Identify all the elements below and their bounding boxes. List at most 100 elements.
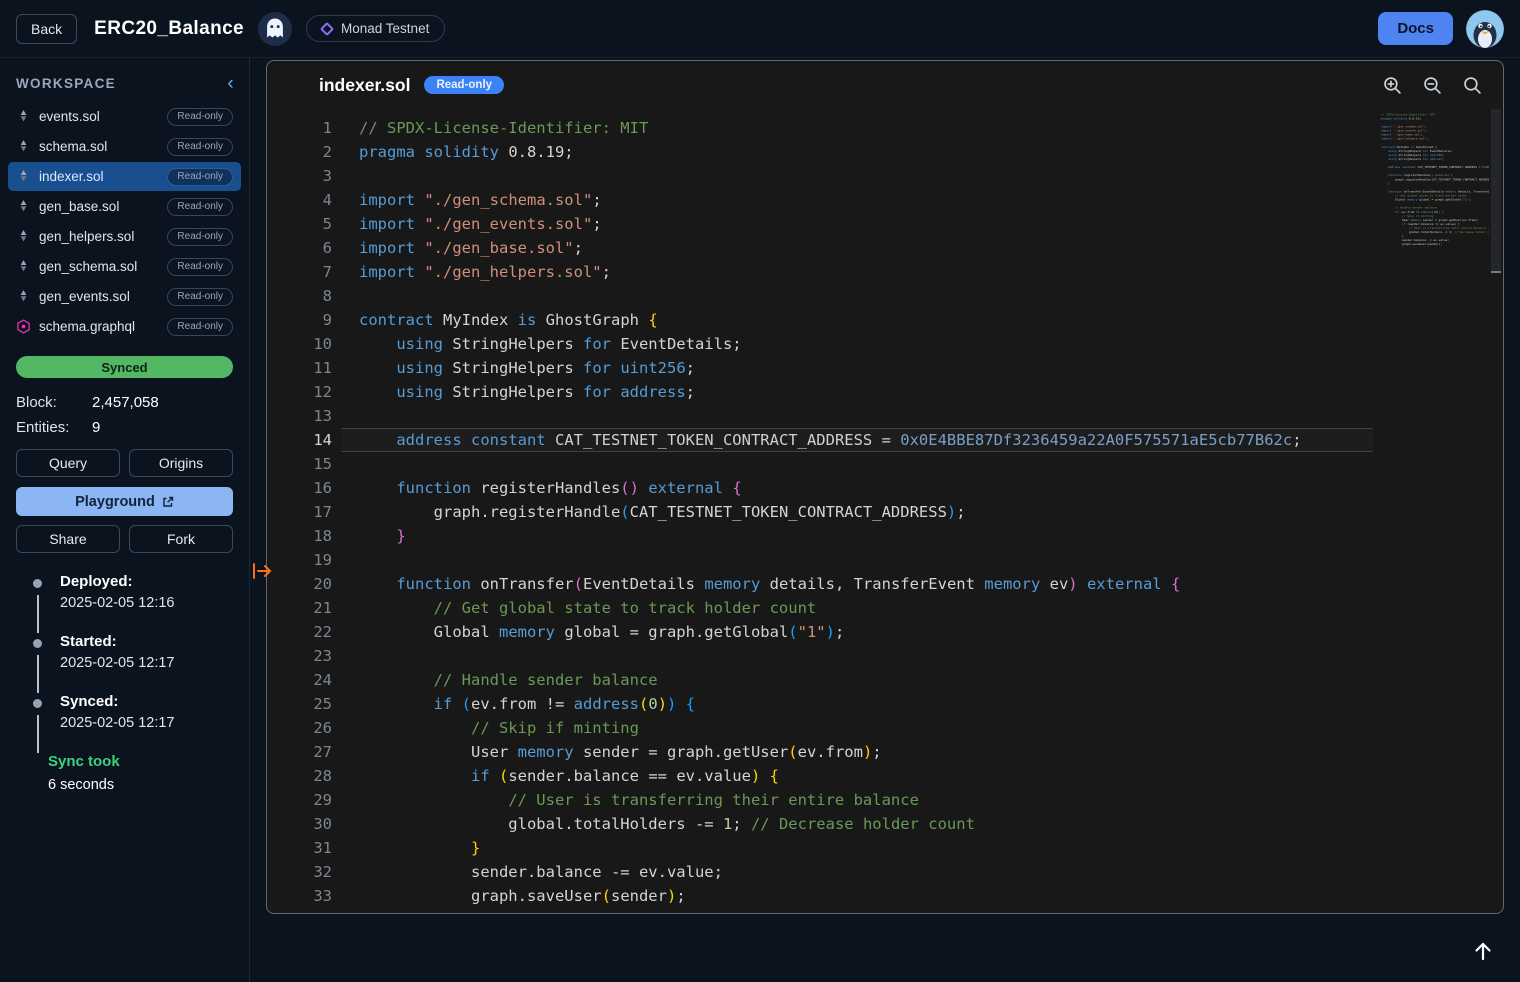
fork-button[interactable]: Fork (129, 525, 233, 553)
readonly-badge: Read-only (167, 198, 233, 216)
file-name: events.sol (39, 109, 100, 124)
monad-diamond-icon (320, 21, 334, 35)
solidity-icon (16, 229, 31, 244)
file-name: gen_events.sol (39, 289, 130, 304)
code-line: 10 using StringHelpers for EventDetails; (267, 332, 1503, 356)
file-item-schema.sol[interactable]: schema.sol Read-only (8, 132, 241, 161)
readonly-badge: Read-only (167, 108, 233, 126)
sync-took-label: Sync took (48, 753, 249, 770)
code-line: 7import "./gen_helpers.sol"; (267, 260, 1503, 284)
code-line: 26 // Skip if minting (267, 716, 1503, 740)
solidity-icon (16, 199, 31, 214)
file-item-indexer.sol[interactable]: indexer.sol Read-only (8, 162, 241, 191)
minimap[interactable]: // SPDX-License-Identifier: MITpragma so… (1381, 113, 1489, 251)
code-line: 22 Global memory global = graph.getGloba… (267, 620, 1503, 644)
code-line: 3 (267, 164, 1503, 188)
code-line: 30 global.totalHolders -= 1; // Decrease… (267, 812, 1503, 836)
code-line: 5import "./gen_events.sol"; (267, 212, 1503, 236)
readonly-badge: Read-only (167, 138, 233, 156)
graphql-icon (16, 319, 31, 334)
code-line: 14 address constant CAT_TESTNET_TOKEN_CO… (267, 428, 1503, 452)
solidity-icon (16, 169, 31, 184)
sync-status-pill: Synced (16, 356, 233, 378)
origins-button[interactable]: Origins (129, 449, 233, 477)
search-icon[interactable] (1462, 75, 1483, 96)
timeline: Deployed:2025-02-05 12:16 Started:2025-02… (33, 573, 249, 731)
readonly-badge: Read-only (167, 318, 233, 336)
code-line: 20 function onTransfer(EventDetails memo… (267, 572, 1503, 596)
sidebar: WORKSPACE ‹ events.solRead-onlyschema.so… (0, 58, 250, 982)
stats: Block:2,457,058Entities:9 (0, 390, 249, 440)
code-line: 6import "./gen_base.sol"; (267, 236, 1503, 260)
docs-button[interactable]: Docs (1378, 12, 1453, 45)
code-line: 9contract MyIndex is GhostGraph { (267, 308, 1503, 332)
code-line: 29 // User is transferring their entire … (267, 788, 1503, 812)
external-link-icon (162, 496, 174, 508)
readonly-badge: Read-only (167, 288, 233, 306)
sync-took: Sync took 6 seconds (48, 753, 249, 793)
file-item-events.sol[interactable]: events.sol Read-only (8, 102, 241, 131)
network-badge-label: Monad Testnet (341, 21, 429, 36)
code-line: 19 (267, 548, 1503, 572)
file-name: schema.graphql (39, 319, 135, 334)
editor-header: indexer.sol Read-only (267, 61, 1503, 109)
code-line: 13 (267, 404, 1503, 428)
code-line: 27 User memory sender = graph.getUser(ev… (267, 740, 1503, 764)
playground-button[interactable]: Playground (16, 487, 233, 516)
file-list: events.solRead-onlyschema.solRead-onlyin… (0, 102, 249, 341)
code-line: 28 if (sender.balance == ev.value) { (267, 764, 1503, 788)
code-line: 16 function registerHandles() external { (267, 476, 1503, 500)
code-line: 1// SPDX-License-Identifier: MIT (267, 116, 1503, 140)
code-line: 33 graph.saveUser(sender); (267, 884, 1503, 908)
stat-row: Block:2,457,058 (0, 390, 249, 415)
share-button[interactable]: Share (16, 525, 120, 553)
topbar: Back ERC20_Balance Monad Testnet Docs (0, 0, 1520, 58)
file-item-gen_events.sol[interactable]: gen_events.sol Read-only (8, 282, 241, 311)
code-editor: indexer.sol Read-only 1// SPDX-License-I… (266, 60, 1504, 914)
file-item-schema.graphql[interactable]: schema.graphql Read-only (8, 312, 241, 341)
timeline-item: Deployed:2025-02-05 12:16 (33, 573, 249, 611)
code-line: 31 } (267, 836, 1503, 860)
code-line: 24 // Handle sender balance (267, 668, 1503, 692)
file-item-gen_base.sol[interactable]: gen_base.sol Read-only (8, 192, 241, 221)
editor-scrollbar[interactable] (1491, 109, 1501, 273)
collapse-sidebar-icon[interactable]: ‹ (227, 78, 235, 90)
file-item-gen_helpers.sol[interactable]: gen_helpers.sol Read-only (8, 222, 241, 251)
code-line: 32 sender.balance -= ev.value; (267, 860, 1503, 884)
zoom-in-icon[interactable] (1382, 75, 1403, 96)
code-line: 11 using StringHelpers for uint256; (267, 356, 1503, 380)
code-line: 21 // Get global state to track holder c… (267, 596, 1503, 620)
timeline-item: Started:2025-02-05 12:17 (33, 633, 249, 671)
scroll-to-top-button[interactable] (1466, 935, 1500, 969)
readonly-badge: Read-only (167, 228, 233, 246)
code-line: 8 (267, 284, 1503, 308)
solidity-icon (16, 139, 31, 154)
zoom-out-icon[interactable] (1422, 75, 1443, 96)
panel-resize-handle-icon[interactable] (250, 560, 274, 582)
file-name: gen_base.sol (39, 199, 119, 214)
file-name: gen_schema.sol (39, 259, 137, 274)
avatar[interactable] (1466, 10, 1504, 48)
code-line: 17 graph.registerHandle(CAT_TESTNET_TOKE… (267, 500, 1503, 524)
code-line: 25 if (ev.from != address(0)) { (267, 692, 1503, 716)
readonly-badge: Read-only (167, 168, 233, 186)
code-line: 4import "./gen_schema.sol"; (267, 188, 1503, 212)
readonly-badge: Read-only (167, 258, 233, 276)
editor-filename: indexer.sol (319, 75, 410, 96)
file-item-gen_schema.sol[interactable]: gen_schema.sol Read-only (8, 252, 241, 281)
back-button[interactable]: Back (16, 14, 77, 44)
file-name: schema.sol (39, 139, 107, 154)
network-badge[interactable]: Monad Testnet (306, 15, 445, 42)
code-line: 15 (267, 452, 1503, 476)
page-title: ERC20_Balance (94, 18, 244, 40)
sync-took-value: 6 seconds (48, 777, 249, 793)
code-lines: 1// SPDX-License-Identifier: MIT2pragma … (267, 116, 1503, 908)
stat-row: Entities:9 (0, 415, 249, 440)
file-name: gen_helpers.sol (39, 229, 134, 244)
query-button[interactable]: Query (16, 449, 120, 477)
timeline-item: Synced:2025-02-05 12:17 (33, 693, 249, 731)
minimap-content: // SPDX-License-Identifier: MITpragma so… (1381, 113, 1489, 247)
file-name: indexer.sol (39, 169, 104, 184)
solidity-icon (16, 289, 31, 304)
workspace-header: WORKSPACE (16, 76, 116, 91)
